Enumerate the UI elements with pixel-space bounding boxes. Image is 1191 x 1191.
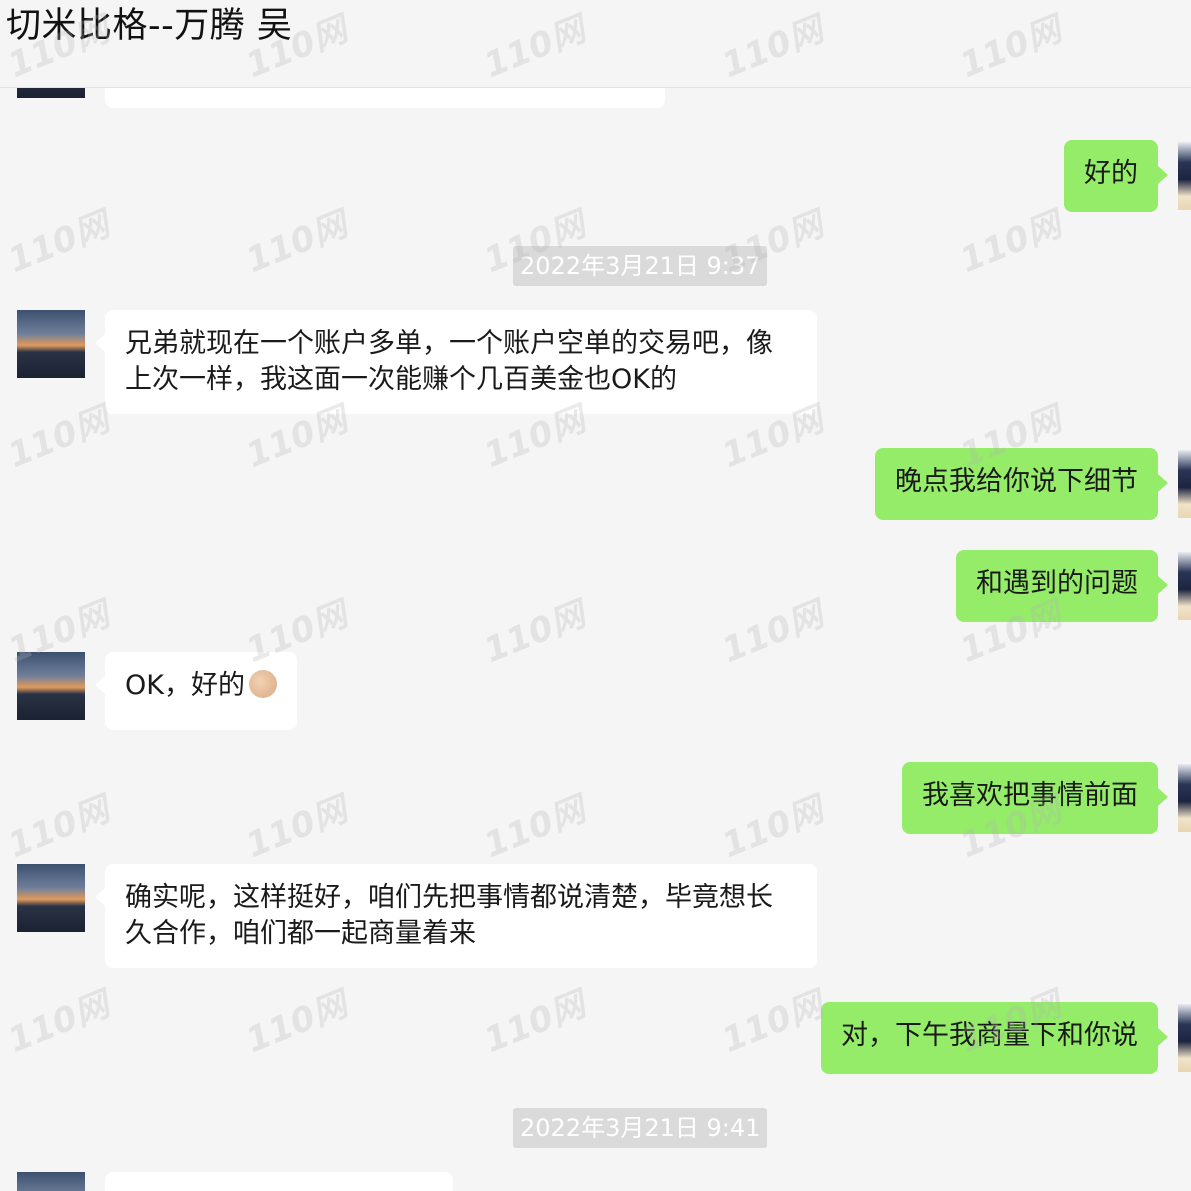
contact-avatar[interactable] (17, 652, 85, 720)
timestamp: 2022年3月21日 9:41 (513, 1108, 768, 1148)
ok-hand-icon (248, 670, 277, 698)
my-avatar[interactable] (1178, 552, 1191, 620)
chat-header: 切米比格--万腾 吴 (0, 0, 1191, 88)
my-avatar[interactable] (1178, 450, 1191, 518)
contact-avatar[interactable] (17, 310, 85, 378)
contact-avatar[interactable] (17, 1172, 85, 1191)
message-bubble-received[interactable]: 兄弟就现在一个账户多单，一个账户空单的交易吧，像上次一样，我这面一次能赚个几百美… (95, 310, 817, 414)
message-bubble-received[interactable]: OK，好的 (95, 652, 297, 730)
contact-avatar[interactable] (17, 88, 85, 98)
message-bubble-sent[interactable]: 我喜欢把事情前面 (902, 762, 1168, 834)
my-avatar[interactable] (1178, 764, 1191, 832)
message-bubble-received[interactable] (105, 88, 665, 108)
message-list[interactable]: 好的 2022年3月21日 9:37 兄弟就现在一个账户多单，一个账户空单的交易… (0, 88, 1191, 1191)
timestamp: 2022年3月21日 9:37 (513, 246, 768, 286)
my-avatar[interactable] (1178, 1004, 1191, 1072)
message-bubble-sent[interactable]: 对，下午我商量下和你说 (821, 1002, 1168, 1074)
message-bubble-received[interactable]: 确实呢，这样挺好，咱们先把事情都说清楚，毕竟想长久合作，咱们都一起商量着来 (95, 864, 817, 968)
message-bubble-received[interactable] (105, 1172, 453, 1191)
chat-title: 切米比格--万腾 吴 (6, 6, 293, 46)
contact-avatar[interactable] (17, 864, 85, 932)
message-bubble-sent[interactable]: 和遇到的问题 (956, 550, 1168, 622)
my-avatar[interactable] (1178, 142, 1191, 210)
message-bubble-sent[interactable]: 晚点我给你说下细节 (875, 448, 1168, 520)
message-bubble-sent[interactable]: 好的 (1064, 140, 1168, 212)
